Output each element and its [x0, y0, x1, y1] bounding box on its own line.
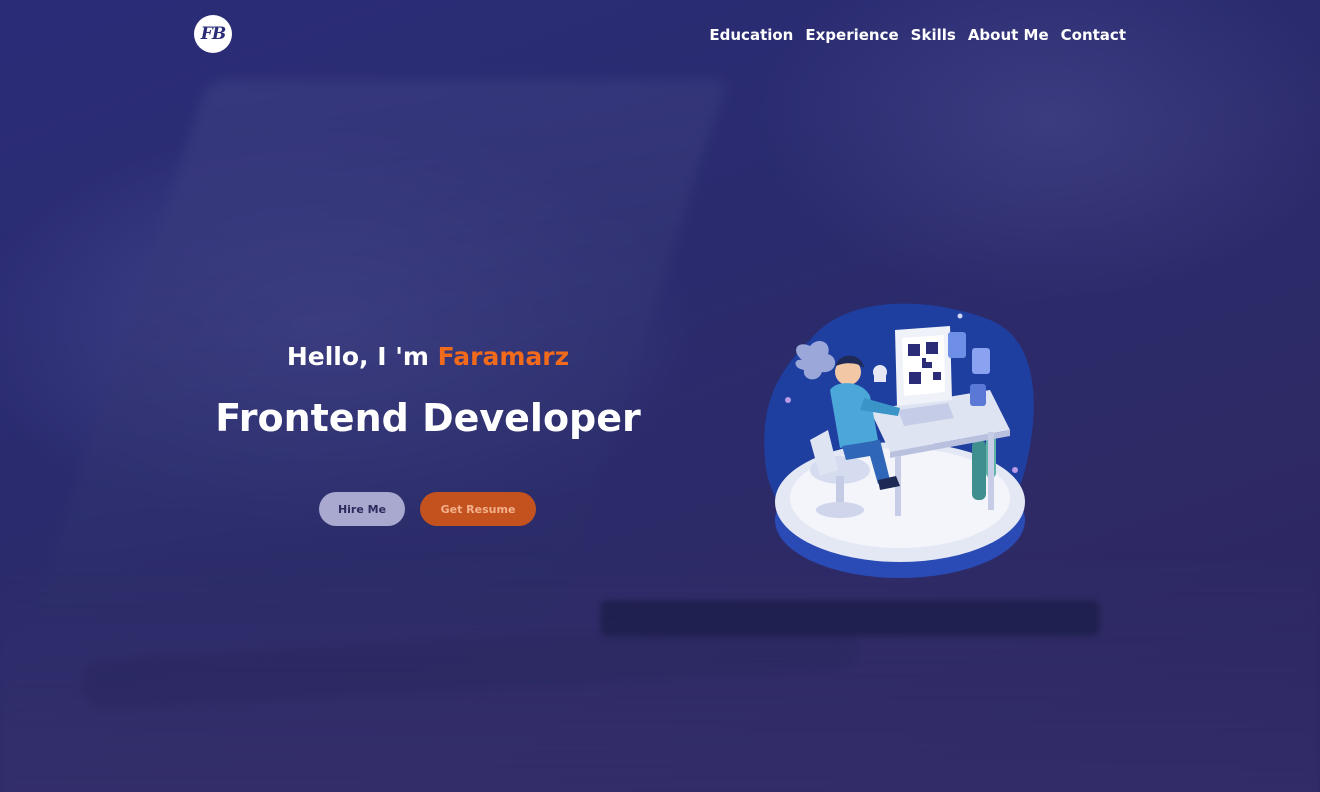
greeting-text: Hello, I 'm [286, 342, 438, 371]
nav-link-about-me[interactable]: About Me [968, 26, 1049, 44]
developer-illustration-icon [764, 303, 1034, 578]
nav-link-education[interactable]: Education [709, 26, 793, 44]
background-laptop-edge [600, 600, 1100, 636]
hire-me-button[interactable]: Hire Me [319, 492, 405, 526]
hero-name: Faramarz [437, 342, 570, 371]
hero-section: FB Education Experience Skills About Me … [0, 0, 1320, 792]
nav-links: Education Experience Skills About Me Con… [709, 26, 1126, 44]
get-resume-button[interactable]: Get Resume [420, 492, 536, 526]
hero-role: Frontend Developer [215, 396, 641, 440]
nav-link-contact[interactable]: Contact [1061, 26, 1126, 44]
hero-greeting: Hello, I 'm Faramarz [200, 342, 656, 371]
nav-link-experience[interactable]: Experience [805, 26, 898, 44]
logo-icon[interactable]: FB [194, 15, 232, 53]
nav-link-skills[interactable]: Skills [911, 26, 956, 44]
navbar: FB Education Experience Skills About Me … [0, 0, 1320, 72]
